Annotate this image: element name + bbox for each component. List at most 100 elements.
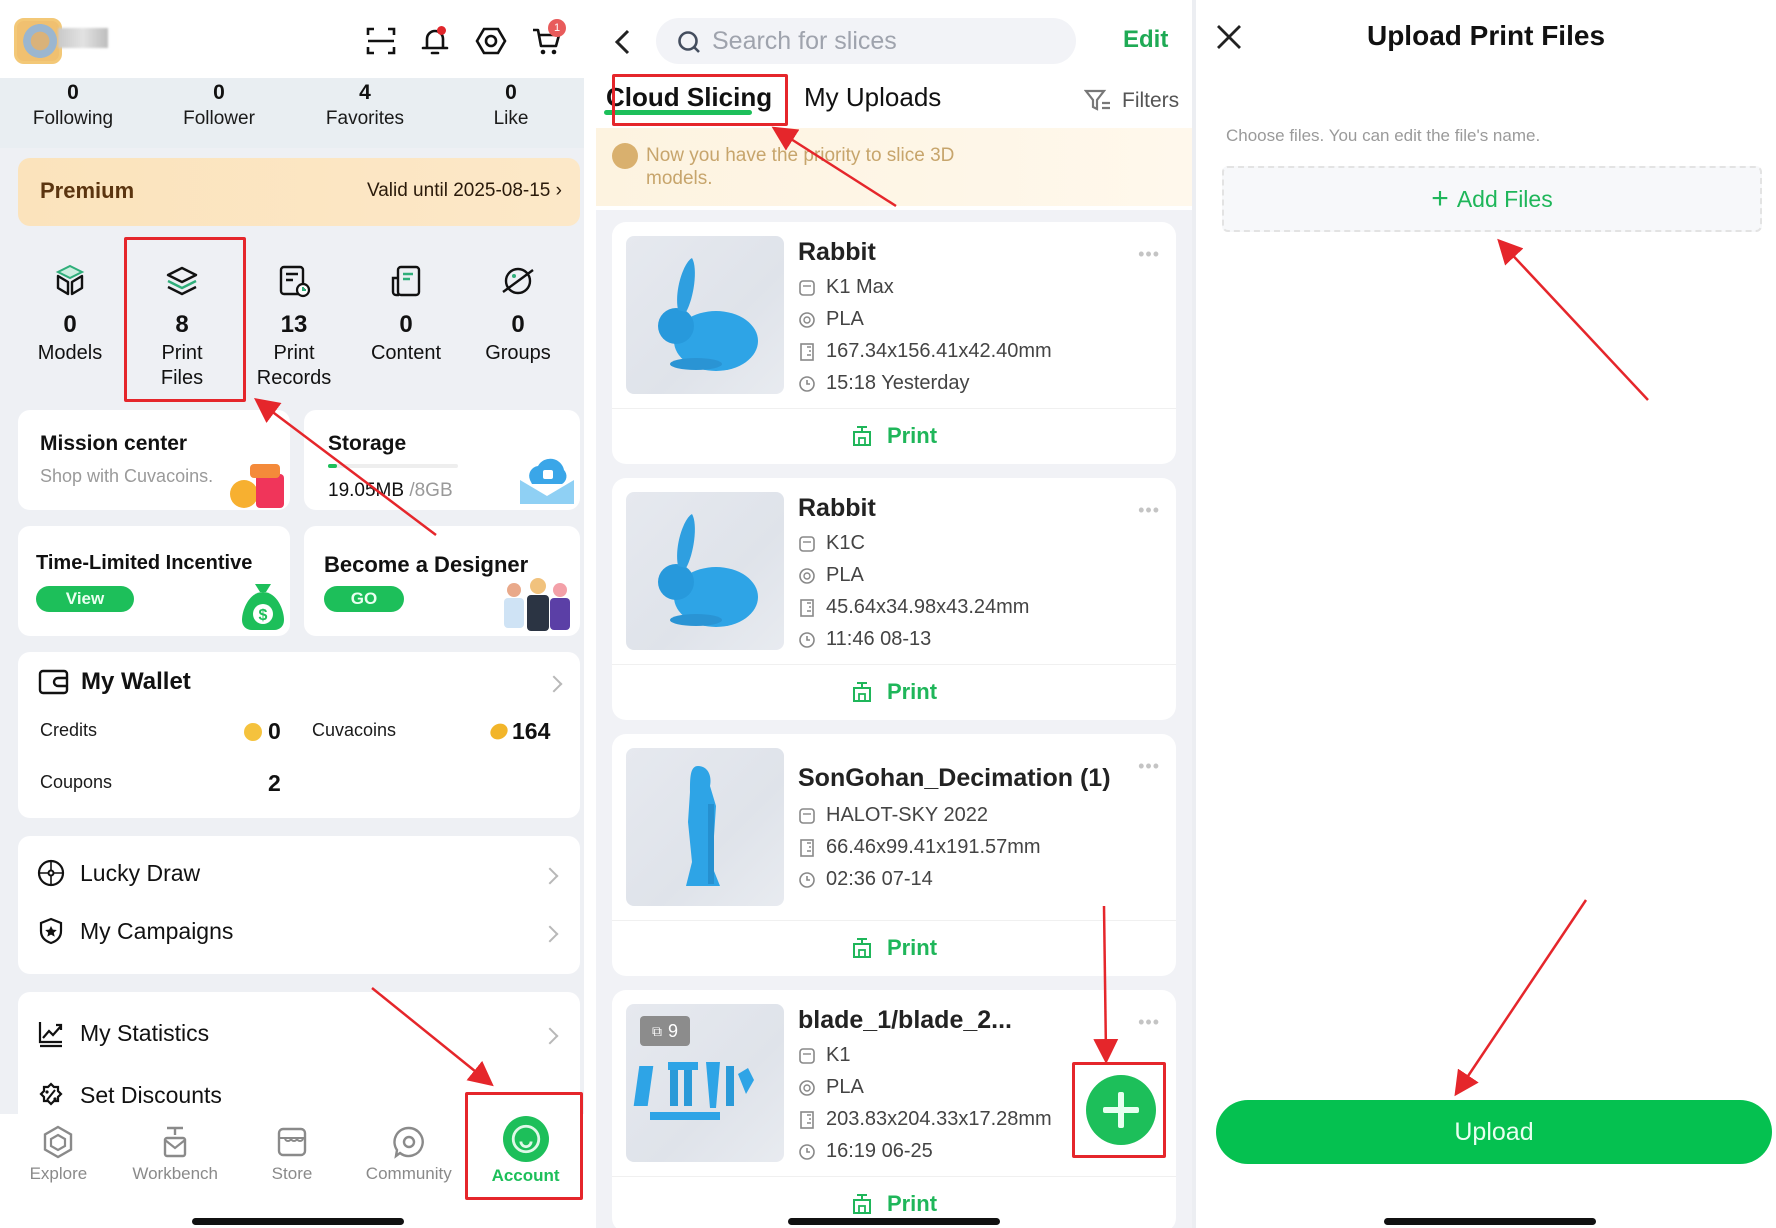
print-button[interactable]: Print: [612, 670, 1176, 714]
file-dimensions: 66.46x99.41x191.57mm: [798, 836, 1041, 859]
clock-icon: [799, 871, 815, 888]
file-name: Rabbit: [798, 494, 876, 522]
tab-account[interactable]: Account: [467, 1114, 584, 1228]
scan-icon[interactable]: [364, 24, 398, 58]
stat-follower[interactable]: 0 Follower: [146, 78, 292, 148]
filament-icon: [799, 311, 815, 328]
stat-following[interactable]: 0 Following: [0, 78, 146, 148]
print-icon: [852, 426, 871, 446]
tab-community[interactable]: Community: [350, 1114, 467, 1228]
store-icon: [277, 1127, 307, 1157]
card-divider: [612, 920, 1176, 921]
time-limited-incentive-card[interactable]: Time-Limited Incentive View $: [18, 526, 290, 636]
tab-workbench[interactable]: Workbench: [117, 1114, 234, 1228]
avatar[interactable]: [14, 18, 62, 64]
designers-illustration: [504, 578, 570, 631]
search-icon: [678, 31, 700, 53]
file-dimensions: 203.83x204.33x17.28mm: [798, 1108, 1052, 1131]
settings-icon[interactable]: [474, 24, 508, 58]
clock-icon: [799, 631, 815, 648]
wallet-chevron-icon[interactable]: [545, 675, 563, 693]
figurine-model-image: [686, 766, 720, 886]
printer-icon: [799, 535, 815, 552]
priority-notice: Now you have the priority to slice 3D mo…: [596, 128, 1192, 206]
wallet-card[interactable]: My Wallet Credits 0 Cuvacoins 164 Coupon…: [18, 652, 580, 818]
file-thumbnail: [626, 236, 784, 394]
premium-title: Premium: [40, 178, 135, 203]
filters-button[interactable]: Filters: [1084, 88, 1179, 114]
file-name: blade_1/blade_2...: [798, 1006, 1012, 1034]
add-files-button[interactable]: + Add Files: [1222, 166, 1762, 232]
back-icon[interactable]: [612, 28, 634, 56]
cuvacoins-icon: [487, 720, 511, 743]
print-icon: [852, 682, 871, 702]
tab-store[interactable]: Store: [234, 1114, 351, 1228]
tile-print-records[interactable]: 13 Print Records: [238, 250, 350, 410]
designer-go-button[interactable]: GO: [324, 586, 404, 612]
printer-icon: [799, 1047, 815, 1064]
tab-explore[interactable]: Explore: [0, 1114, 117, 1228]
wheel-icon: [37, 859, 65, 887]
file-time: 16:19 06-25: [798, 1140, 933, 1163]
file-printer: K1: [798, 1044, 850, 1067]
cloud-lock-icon: [520, 458, 574, 504]
filament-icon: [799, 1079, 815, 1096]
file-printer: HALOT-SKY 2022: [798, 804, 988, 827]
become-designer-card[interactable]: Become a Designer GO: [304, 526, 580, 636]
print-button[interactable]: Print: [612, 414, 1176, 458]
home-indicator: [1384, 1218, 1596, 1225]
card-divider: [612, 664, 1176, 665]
profile-stats: 0 Following 0 Follower 4 Favorites 0 Like: [0, 78, 584, 148]
file-card[interactable]: SonGohan_Decimation (1) ••• HALOT-SKY 20…: [612, 734, 1176, 976]
print-button[interactable]: Print: [612, 926, 1176, 970]
premium-banner[interactable]: Premium Valid until 2025-08-15 ›: [18, 158, 580, 226]
search-bar[interactable]: [656, 18, 1076, 64]
bottom-tab-bar: Explore Workbench Store Community Accoun…: [0, 1114, 584, 1228]
print-icon: [852, 1194, 871, 1214]
upload-button[interactable]: Upload: [1216, 1100, 1772, 1164]
print-files-header: Edit Cloud Slicing My Uploads Filters No…: [596, 0, 1192, 210]
tab-my-uploads[interactable]: My Uploads: [804, 82, 941, 113]
layers-icon: [166, 266, 198, 296]
menu-lucky-draw[interactable]: Lucky Draw: [36, 858, 200, 888]
menu-group-2: [18, 992, 580, 1132]
more-options-icon[interactable]: •••: [1138, 1012, 1160, 1033]
svg-text:$: $: [259, 607, 268, 624]
edit-button[interactable]: Edit: [1123, 26, 1168, 54]
file-material: PLA: [798, 1076, 864, 1099]
more-options-icon[interactable]: •••: [1138, 756, 1160, 777]
file-dimensions: 167.34x156.41x42.40mm: [798, 340, 1052, 363]
tile-groups[interactable]: 0 Groups: [462, 250, 574, 410]
menu-my-campaigns[interactable]: My Campaigns: [36, 916, 233, 946]
file-count-badge: ⧉ 9: [640, 1016, 690, 1046]
tile-models[interactable]: 0 Models: [14, 250, 126, 410]
print-files-screen: Edit Cloud Slicing My Uploads Filters No…: [596, 0, 1192, 1228]
plus-icon: +: [1431, 182, 1449, 215]
stat-like[interactable]: 0 Like: [438, 78, 584, 148]
file-thumbnail: [626, 492, 784, 650]
add-file-fab[interactable]: [1086, 1075, 1156, 1145]
storage-card[interactable]: Storage 19.05MB /8GB: [304, 410, 580, 510]
tab-cloud-slicing[interactable]: Cloud Slicing: [606, 82, 772, 113]
upload-print-files-screen: Upload Print Files Choose files. You can…: [1196, 0, 1776, 1228]
incentive-view-button[interactable]: View: [36, 586, 134, 612]
more-options-icon[interactable]: •••: [1138, 244, 1160, 265]
priority-badge-icon: [612, 143, 638, 169]
mission-center-card[interactable]: Mission center Shop with Cuvacoins.: [18, 410, 290, 510]
file-thumbnail: ⧉ 9: [626, 1004, 784, 1162]
file-card[interactable]: Rabbit ••• K1 Max PLA 167.34x156.41x42.4…: [612, 222, 1176, 464]
menu-set-discounts[interactable]: Set Discounts: [36, 1080, 222, 1110]
tile-print-files[interactable]: 8 Print Files: [126, 250, 238, 410]
shield-star-icon: [39, 917, 63, 945]
file-card[interactable]: Rabbit ••• K1C PLA 45.64x34.98x43.24mm 1…: [612, 478, 1176, 720]
file-printer: K1C: [798, 532, 865, 555]
file-time: 11:46 08-13: [798, 628, 931, 651]
records-icon: [279, 265, 311, 298]
menu-my-statistics[interactable]: My Statistics: [36, 1018, 209, 1048]
active-tab-underline: [604, 110, 752, 115]
bell-icon[interactable]: [418, 24, 452, 58]
more-options-icon[interactable]: •••: [1138, 500, 1160, 521]
tile-content[interactable]: 0 Content: [350, 250, 462, 410]
stat-favorites[interactable]: 4 Favorites: [292, 78, 438, 148]
search-input[interactable]: [712, 18, 1062, 64]
